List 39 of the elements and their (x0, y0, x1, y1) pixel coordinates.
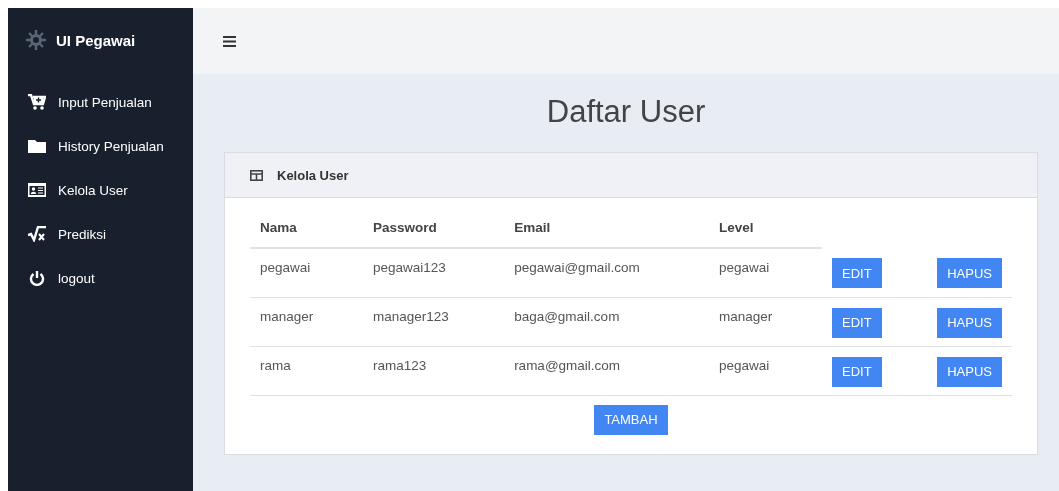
table-cell: manager (260, 308, 314, 324)
sidebar-item[interactable]: Input Penjualan (8, 80, 193, 124)
card-title: Kelola User (277, 167, 349, 183)
column-header: Email (514, 220, 551, 235)
table-cell: manager123 (372, 308, 449, 324)
table-cell: rama123 (372, 357, 427, 373)
table-cell: pegawai@gmail.com (514, 260, 640, 275)
page-title: Daftar User (545, 94, 707, 130)
column-header: Nama (260, 220, 297, 235)
folder-icon (28, 139, 46, 153)
delete-button[interactable]: HAPUS (937, 307, 1002, 338)
brand-title: UI Pegawai (56, 31, 136, 49)
delete-button[interactable]: HAPUS (937, 258, 1002, 288)
menu-icon[interactable] (223, 35, 236, 47)
id-card-icon (28, 183, 46, 197)
table-cell: pegawai123 (372, 260, 446, 275)
add-button[interactable]: TAMBAH (594, 404, 668, 435)
gear-icon (26, 30, 46, 50)
column-header: Password (372, 220, 437, 235)
sidebar-item[interactable]: Kelola User (8, 168, 193, 212)
delete-button[interactable]: HAPUS (937, 356, 1002, 387)
table-cell: manager (719, 308, 773, 324)
column-header: Level (719, 220, 754, 235)
table-cell: rama@gmail.com (514, 357, 621, 373)
square-root-icon (28, 226, 46, 242)
cart-icon (28, 94, 46, 110)
sidebar-item[interactable]: Prediksi (8, 212, 193, 256)
sidebar-item[interactable]: logout (8, 256, 193, 300)
edit-button[interactable]: EDIT (832, 356, 882, 387)
table-cell: pegawai (260, 260, 311, 275)
table-cell: pegawai (719, 260, 770, 275)
edit-button[interactable]: EDIT (832, 258, 882, 288)
table-cell: pegawai (719, 357, 770, 373)
power-icon (29, 270, 45, 286)
table-cell: rama (260, 357, 291, 373)
table-cell: baga@gmail.com (514, 308, 620, 324)
edit-button[interactable]: EDIT (832, 307, 882, 338)
sidebar-item[interactable]: History Penjualan (8, 124, 193, 168)
table-icon (250, 169, 263, 181)
